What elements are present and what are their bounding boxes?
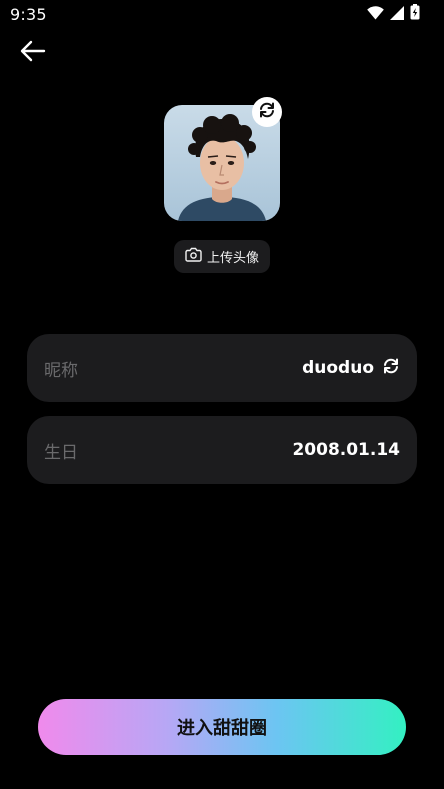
back-button[interactable] — [18, 38, 48, 68]
birthday-field[interactable]: 生日 2008.01.14 — [27, 416, 417, 484]
status-time: 9:35 — [10, 5, 47, 24]
nickname-label: 昵称 — [44, 360, 78, 381]
camera-icon — [185, 247, 202, 266]
upload-avatar-label: 上传头像 — [206, 251, 259, 266]
enter-button[interactable]: 进入甜甜圈 — [38, 699, 406, 755]
birthday-label: 生日 — [44, 442, 78, 463]
upload-avatar-button[interactable]: 上传头像 — [174, 240, 270, 273]
birthday-value: 2008.01.14 — [292, 440, 400, 460]
nickname-value-group: duoduo — [302, 357, 400, 380]
nickname-value: duoduo — [302, 358, 374, 378]
status-icons — [367, 4, 420, 24]
cellular-signal-icon — [390, 5, 404, 24]
arrow-left-icon — [20, 40, 46, 66]
status-bar: 9:35 — [0, 0, 444, 30]
avatar-container — [164, 97, 282, 221]
nickname-field[interactable]: 昵称 duoduo — [27, 334, 417, 402]
refresh-icon[interactable] — [382, 357, 400, 380]
swap-avatar-button[interactable] — [252, 97, 282, 127]
wifi-icon — [367, 5, 384, 24]
refresh-icon — [258, 101, 276, 123]
battery-icon — [410, 4, 420, 24]
